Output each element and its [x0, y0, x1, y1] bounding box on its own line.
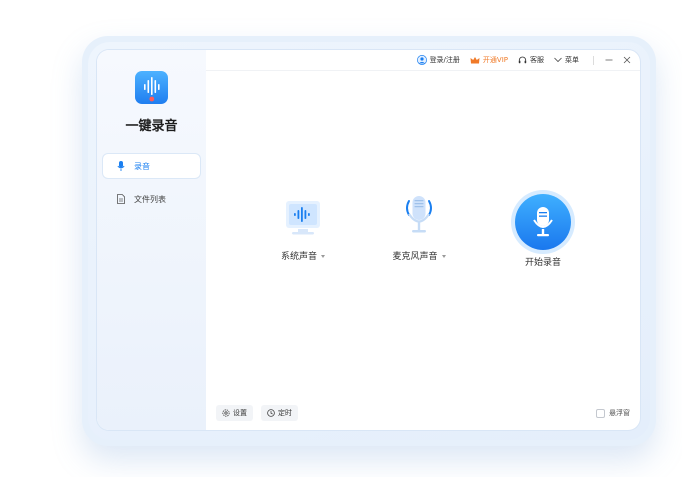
floating-window-checkbox[interactable] [596, 408, 605, 418]
close-icon [623, 56, 631, 64]
login-button[interactable]: 登录/注册 [416, 55, 460, 65]
start-recording-button[interactable]: 开始录音 [498, 191, 588, 269]
minimize-icon [605, 59, 613, 61]
app-name: 一键录音 [125, 119, 178, 134]
source-label: 麦克风声音 [392, 249, 446, 262]
microphone-sound-source[interactable]: 麦克风声音 [374, 191, 464, 263]
gear-icon [222, 409, 230, 417]
chevron-down-icon [554, 57, 562, 63]
clock-icon [267, 409, 275, 417]
app-logo-icon [135, 71, 168, 104]
sidebar-item-record[interactable]: 录音 [103, 154, 200, 178]
headset-icon [518, 56, 527, 63]
title-bar: 登录/注册 开通VIP 客服 菜单 [206, 50, 640, 71]
sidebar: 一键录音 录音 文件列表 [97, 50, 206, 430]
close-button[interactable] [622, 56, 632, 64]
crown-icon [470, 56, 480, 63]
microphone-waves-icon [406, 196, 432, 233]
sidebar-item-file-list[interactable]: 文件列表 [103, 187, 200, 211]
timer-button[interactable]: 定时 [261, 405, 298, 421]
settings-button[interactable]: 设置 [216, 405, 253, 421]
user-avatar-icon [416, 55, 427, 65]
microphone-icon [113, 161, 129, 171]
title-bar-divider [593, 55, 594, 65]
chevron-down-icon[interactable] [441, 255, 446, 258]
chevron-down-icon[interactable] [321, 255, 325, 258]
sidebar-item-label: 录音 [134, 161, 150, 171]
menu-button[interactable]: 菜单 [554, 55, 579, 65]
vip-button[interactable]: 开通VIP [470, 55, 508, 65]
source-label: 开始录音 [524, 258, 561, 268]
sidebar-item-label: 文件列表 [134, 194, 166, 204]
file-icon [113, 194, 129, 204]
system-sound-source[interactable]: 系统声音 [258, 191, 348, 263]
record-microphone-icon [515, 194, 571, 250]
source-label: 系统声音 [281, 249, 325, 262]
floating-window-option[interactable]: 悬浮窗 [596, 408, 630, 418]
app-window: 一键录音 录音 文件列表 登录/注册 开通VIP 客服 菜单 系统声音 麦克风声… [97, 50, 640, 430]
customer-service-button[interactable]: 客服 [518, 55, 544, 65]
minimize-button[interactable] [604, 56, 614, 64]
monitor-waveform-icon [286, 201, 320, 235]
